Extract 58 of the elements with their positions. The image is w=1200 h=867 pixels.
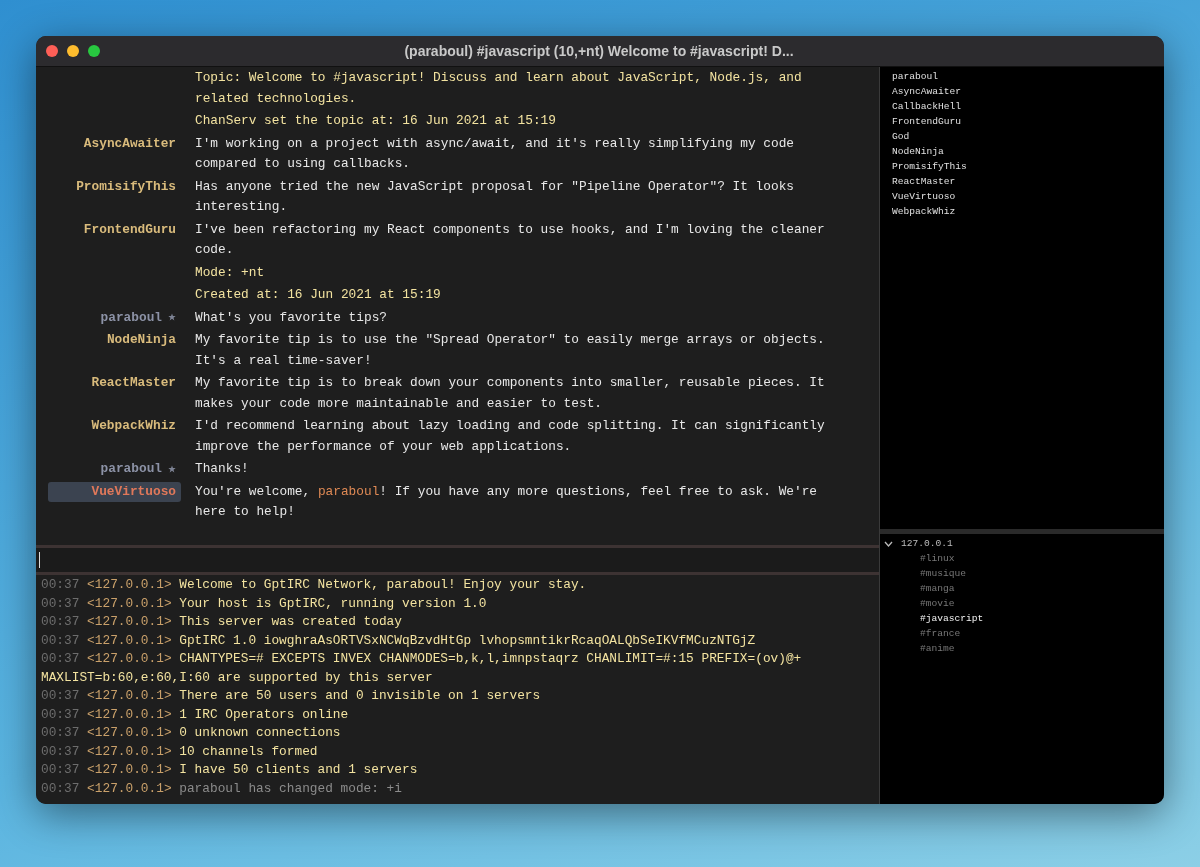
nickname[interactable]: PromisifyThis [71, 176, 181, 197]
input-field[interactable] [36, 548, 879, 575]
window-title: (paraboul) #javascript (10,+nt) Welcome to #javascript! D... [404, 43, 795, 59]
channel-item[interactable]: #linux [884, 551, 1160, 566]
channel-item[interactable]: #france [884, 626, 1160, 641]
nick-item[interactable]: FrontendGuru [892, 114, 1152, 129]
log-line: 00:37 <127.0.0.1> 1 IRC Operators online [41, 705, 350, 724]
message-text: I've been refactoring my React components to use hooks, and I'm loving the cleaner code. [195, 220, 826, 259]
log-line: 00:37 <127.0.0.1> Your host is GptIRC, running version 1.0 [41, 594, 488, 613]
nick-item[interactable]: ReactMaster [892, 174, 1152, 189]
message-text: Has anyone tried the new JavaScript proposal for "Pipeline Operator"? It looks interesting. [195, 177, 795, 216]
close-button[interactable] [46, 45, 58, 57]
log-line: 00:37 <127.0.0.1> GptIRC 1.0 iowghraAsORTVSxNCWqBzvdHtGp lvhopsmntikrRcaqOALQbSeIKVfMCuzNTGjZ [41, 631, 757, 650]
message-text: I'd recommend learning about lazy loading and code splitting. It can significantly improve the performance of your web applications. [195, 417, 826, 456]
message-text: My favorite tip is to use the "Spread Operator" to easily merge arrays or objects. It's a real time-saver! [195, 331, 826, 370]
maximize-button[interactable] [88, 45, 100, 57]
channel-item[interactable]: #manga [884, 581, 1160, 596]
message-text: Thanks! [195, 460, 250, 478]
system-message: Mode: +nt [195, 263, 266, 282]
nickname[interactable]: ReactMaster [86, 373, 181, 394]
message-text: What's you favorite tips? [195, 308, 388, 327]
minimize-button[interactable] [67, 45, 79, 57]
log-line: 00:37 <127.0.0.1> I have 50 clients and 1 servers [41, 761, 419, 779]
message-text: My favorite tip is to break down your components into smaller, reusable pieces. It makes your code more maintainable and easier to test. [195, 374, 826, 413]
system-message: Topic: Welcome to #javascript! Discuss and learn about JavaScript, Node.js, and related technologies. [195, 69, 803, 108]
nick-item[interactable]: AsyncAwaiter [892, 84, 1152, 99]
system-message: Created at: 16 Jun 2021 at 15:19 [195, 286, 442, 304]
nick-item[interactable]: NodeNinja [892, 144, 1152, 159]
channel-item[interactable]: #musique [884, 566, 1160, 581]
nick-item[interactable]: God [892, 129, 1152, 144]
star-icon [168, 464, 176, 473]
nickname[interactable]: FrontendGuru [78, 219, 181, 240]
star-icon [168, 313, 176, 322]
nick-item[interactable]: WebpackWhiz [892, 204, 1152, 219]
chevron-down-icon[interactable] [884, 540, 893, 547]
log-line: 00:37 <127.0.0.1> 0 unknown connections [41, 724, 342, 742]
nickname[interactable]: WebpackWhiz [86, 416, 181, 437]
server-item[interactable]: 127.0.0.1 [884, 536, 1160, 551]
system-message: ChanServ set the topic at: 16 Jun 2021 at 15:19 [195, 112, 557, 130]
nickname[interactable]: paraboul [95, 459, 181, 480]
log-line: 00:37 <127.0.0.1> CHANTYPES=# EXCEPTS INVEX CHANMODES=b,k,l,imnpstaqrz CHANLIMIT=#:15 PREFIX=(ov)@+ MAXLIST=b:60,e:60,I:60 are supported by this server [41, 650, 803, 687]
nick-item[interactable]: CallbackHell [892, 99, 1152, 114]
channel-item[interactable]: #javascript [884, 611, 1160, 626]
nickname[interactable]: AsyncAwaiter [78, 133, 181, 154]
channel-item[interactable]: #anime [884, 641, 1160, 656]
nick-item[interactable]: PromisifyThis [892, 159, 1152, 174]
channel-item[interactable]: #movie [884, 596, 1160, 611]
message-text: I'm working on a project with async/await, and it's really simplifying my code compared to using callbacks. [195, 134, 795, 173]
log-line: 00:37 <127.0.0.1> There are 50 users and 0 invisible on 1 servers [41, 687, 542, 705]
nick-item[interactable]: VueVirtuoso [892, 189, 1152, 204]
nickname[interactable]: paraboul [95, 307, 181, 328]
log-line: 00:37 <127.0.0.1> paraboul has changed mode: +i [41, 779, 403, 798]
log-line: 00:37 <127.0.0.1> Welcome to GptIRC Network, paraboul! Enjoy your stay. [41, 576, 588, 594]
nick-item[interactable]: paraboul [892, 69, 1152, 84]
log-line: 00:37 <127.0.0.1> This server was created today [41, 613, 403, 631]
message-text: You're welcome, paraboul! If you have any more questions, feel free to ask. We're here to help! [195, 482, 819, 521]
log-line: 00:37 <127.0.0.1> 10 channels formed [41, 742, 319, 761]
nickname[interactable]: NodeNinja [101, 330, 181, 351]
